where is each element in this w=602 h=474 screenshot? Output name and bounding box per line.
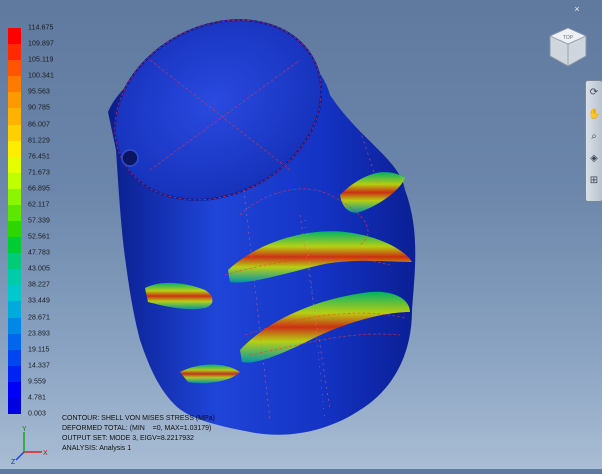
legend-swatch	[8, 317, 21, 335]
legend-swatch	[8, 365, 21, 383]
hole	[121, 149, 139, 167]
legend-tick-label: 23.893	[28, 330, 51, 338]
legend-tick-label: 66.895	[28, 185, 51, 193]
legend-tick-label: 4.781	[28, 394, 47, 402]
legend-swatch	[8, 28, 21, 45]
legend-tick-label: 9.559	[28, 378, 47, 386]
legend-tick-label: 28.671	[28, 314, 51, 321]
legend-swatch	[8, 269, 21, 286]
legend-swatch	[8, 156, 21, 174]
legend-tick-label: 109.897	[28, 40, 55, 48]
analysis-label: ANALYSIS: Analysis 1	[62, 445, 132, 452]
legend-tick-label: 76.451	[28, 153, 51, 161]
contour-label: CONTOUR: SHELL VON MISES STRESS (MPa)	[62, 415, 215, 422]
legend-swatch	[8, 381, 21, 399]
legend-swatch	[8, 221, 21, 238]
legend-swatch	[8, 92, 21, 109]
legend-swatch	[8, 188, 21, 206]
legend-swatch	[8, 76, 21, 93]
legend-swatch	[8, 44, 21, 61]
legend-tick-label: 33.449	[28, 297, 51, 305]
legend-tick-label: 90.785	[28, 104, 51, 112]
legend-swatch	[8, 124, 21, 142]
triad-x-label: X	[43, 450, 48, 457]
legend-swatch	[8, 204, 21, 222]
output-info-panel: CONTOUR: SHELL VON MISES STRESS (MPa) DE…	[62, 414, 215, 454]
legend-tick-label: 114.675	[28, 24, 54, 32]
legend-swatch	[8, 60, 21, 77]
legend-swatch	[8, 285, 21, 302]
legend-swatch	[8, 108, 21, 125]
legend-tick-label: 95.563	[28, 88, 51, 96]
close-icon[interactable]: ×	[572, 4, 582, 14]
legend-tick-label: 38.227	[28, 281, 51, 289]
legend-swatch	[8, 397, 21, 415]
stress-legend: 114.675 109.897 105.119 100.341 95.563 90.785…	[4, 18, 74, 420]
pan-icon[interactable]: ✋	[588, 109, 600, 121]
zoom-icon[interactable]: ⌕	[588, 131, 600, 143]
navigation-bar: ⟳ ✋ ⌕ ◈ ⊞	[585, 80, 602, 202]
legend-swatch	[8, 253, 21, 270]
legend-tick-label: 81.229	[28, 137, 51, 145]
legend-swatch	[8, 349, 21, 367]
triad-y-label: Y	[22, 426, 27, 433]
axis-triad: X Y Z	[11, 426, 48, 464]
deformed-label: DEFORMED TOTAL: (MIN =0, MAX=1.03179)	[62, 425, 212, 432]
view-cube[interactable]: TOP	[542, 22, 594, 74]
legend-tick-label: 86.007	[28, 121, 51, 128]
viewcube-face-label: TOP	[563, 35, 574, 41]
orbit-icon[interactable]: ⟳	[588, 87, 600, 99]
legend-swatch	[8, 140, 21, 158]
legend-tick-label: 57.339	[28, 217, 51, 225]
legend-tick-label: 100.341	[28, 72, 55, 80]
triad-z-label: Z	[11, 459, 16, 464]
legend-tick-label: 47.783	[28, 249, 51, 257]
output-set-label: OUTPUT SET: MODE 3, EIGV=8.2217932	[62, 435, 194, 442]
legend-swatch	[8, 301, 21, 318]
legend-tick-label: 43.005	[28, 265, 51, 273]
legend-tick-label: 105.119	[28, 56, 54, 64]
deformed-shell-model	[108, 19, 416, 435]
legend-swatch	[8, 237, 21, 254]
legend-swatch	[8, 172, 21, 190]
legend-tick-label: 0.003	[28, 410, 47, 418]
model-viewport[interactable]	[0, 0, 602, 469]
legend-swatch	[8, 333, 21, 351]
zoom-window-icon[interactable]: ⊞	[588, 175, 600, 187]
lookat-icon[interactable]: ◈	[588, 153, 600, 165]
legend-tick-label: 71.673	[28, 169, 51, 177]
legend-tick-label: 14.337	[28, 362, 51, 370]
legend-tick-label: 19.115	[28, 346, 50, 354]
legend-tick-label: 52.561	[28, 233, 51, 241]
legend-tick-label: 62.117	[28, 201, 50, 209]
